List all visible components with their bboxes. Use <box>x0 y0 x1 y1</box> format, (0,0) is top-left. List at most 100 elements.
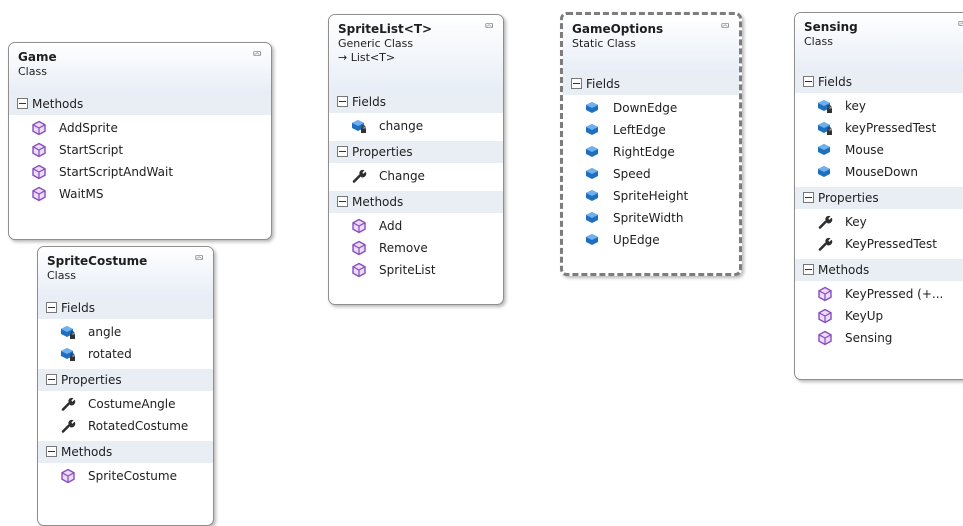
collapse-toggle-icon[interactable] <box>803 264 814 275</box>
member-item[interactable]: SpriteWidth <box>563 207 739 229</box>
private-field-icon <box>61 326 75 339</box>
member-item[interactable]: Sensing <box>795 327 963 349</box>
member-item[interactable]: RightEdge <box>563 141 739 163</box>
section-methods-header[interactable]: Methods <box>329 191 503 213</box>
method-icon <box>818 330 832 346</box>
class-header: Game Class ⮹ <box>9 43 271 93</box>
member-name: SpriteList <box>379 263 436 277</box>
member-item[interactable]: StartScriptAndWait <box>9 161 271 183</box>
field-icon <box>586 102 598 113</box>
member-item[interactable]: rotated <box>38 343 213 365</box>
member-item[interactable]: UpEdge <box>563 229 739 251</box>
section-methods-header[interactable]: Methods <box>795 259 963 281</box>
member-name: Sensing <box>845 331 893 345</box>
section-properties-body: CostumeAngle RotatedCostume <box>38 391 213 441</box>
section-label: Fields <box>586 77 620 91</box>
member-item[interactable]: SpriteList <box>329 259 503 281</box>
member-item[interactable]: Remove <box>329 237 503 259</box>
class-box-gameoptions[interactable]: GameOptions Static Class ⮹ Fields DownEd… <box>560 12 742 276</box>
member-item[interactable]: key <box>795 95 963 117</box>
member-item[interactable]: KeyUp <box>795 305 963 327</box>
collapse-toggle-icon[interactable] <box>337 196 348 207</box>
method-icon <box>32 186 46 202</box>
property-wrench-icon <box>61 419 76 433</box>
collapse-toggle-icon[interactable] <box>337 146 348 157</box>
collapse-chevron-icon[interactable]: ⮹ <box>484 20 494 32</box>
field-icon <box>818 144 830 155</box>
section-methods-body: SpriteCostume <box>38 463 213 491</box>
member-name: SpriteCostume <box>88 469 177 483</box>
member-name: RightEdge <box>613 145 675 159</box>
property-wrench-icon <box>818 237 833 251</box>
collapse-toggle-icon[interactable] <box>17 98 28 109</box>
member-name: Key <box>845 215 867 229</box>
member-item[interactable]: MouseDown <box>795 161 963 183</box>
member-item[interactable]: AddSprite <box>9 117 271 139</box>
private-field-icon <box>352 120 366 133</box>
class-kind: Class <box>804 35 833 48</box>
section-fields-header[interactable]: Fields <box>563 73 739 95</box>
member-item[interactable]: angle <box>38 321 213 343</box>
collapse-toggle-icon[interactable] <box>46 374 57 385</box>
member-name: CostumeAngle <box>88 397 176 411</box>
field-icon <box>586 234 598 245</box>
class-kind: Static Class <box>572 37 636 50</box>
member-item[interactable]: LeftEdge <box>563 119 739 141</box>
section-methods-header[interactable]: Methods <box>38 441 213 463</box>
class-box-sensing[interactable]: Sensing Class ⮹ Fields key keyPressedTes… <box>794 12 963 380</box>
member-item[interactable]: Change <box>329 165 503 187</box>
member-name: Remove <box>379 241 428 255</box>
section-properties-header[interactable]: Properties <box>38 369 213 391</box>
section-properties-header[interactable]: Properties <box>329 141 503 163</box>
base-class-link[interactable]: → List<T> <box>338 51 495 65</box>
member-item[interactable]: keyPressedTest <box>795 117 963 139</box>
member-name: Add <box>379 219 403 233</box>
member-item[interactable]: KeyPressedTest <box>795 233 963 255</box>
private-field-icon <box>61 348 75 361</box>
section-properties-header[interactable]: Properties <box>795 187 963 209</box>
member-name: WaitMS <box>59 187 104 201</box>
class-kind: Class <box>18 65 47 78</box>
collapse-toggle-icon[interactable] <box>571 78 582 89</box>
section-label: Methods <box>818 263 870 277</box>
member-item[interactable]: StartScript <box>9 139 271 161</box>
member-item[interactable]: WaitMS <box>9 183 271 205</box>
section-fields-header[interactable]: Fields <box>38 297 213 319</box>
collapse-toggle-icon[interactable] <box>46 302 57 313</box>
collapse-toggle-icon[interactable] <box>46 446 57 457</box>
member-name: UpEdge <box>613 233 660 247</box>
section-methods-header[interactable]: Methods <box>9 93 271 115</box>
collapse-toggle-icon[interactable] <box>803 76 814 87</box>
member-name: Change <box>379 169 425 183</box>
class-box-spritecostume[interactable]: SpriteCostume Class ⮹ Fields angle rotat… <box>37 246 214 526</box>
collapse-toggle-icon[interactable] <box>803 192 814 203</box>
section-methods-body: KeyPressed (+... KeyUp Sensing <box>795 281 963 353</box>
member-item[interactable]: Add <box>329 215 503 237</box>
member-name: SpriteHeight <box>613 189 689 203</box>
member-item[interactable]: DownEdge <box>563 97 739 119</box>
section-fields-header[interactable]: Fields <box>795 71 963 93</box>
collapse-chevron-icon[interactable]: ⮹ <box>252 48 262 60</box>
class-box-spritelist[interactable]: SpriteList<T> Generic Class → List<T> ⮹ … <box>328 14 504 305</box>
collapse-chevron-icon[interactable]: ⮹ <box>957 18 963 30</box>
member-item[interactable]: SpriteHeight <box>563 185 739 207</box>
member-name: keyPressedTest <box>845 121 937 135</box>
method-icon <box>818 286 832 302</box>
method-icon <box>352 240 366 256</box>
section-fields-header[interactable]: Fields <box>329 91 503 113</box>
field-icon <box>818 166 830 177</box>
member-item[interactable]: Speed <box>563 163 739 185</box>
member-name: KeyUp <box>845 309 884 323</box>
class-box-game[interactable]: Game Class ⮹ Methods AddSprite StartScri… <box>8 42 272 240</box>
member-item[interactable]: KeyPressed (+... <box>795 283 963 305</box>
member-item[interactable]: RotatedCostume <box>38 415 213 437</box>
member-item[interactable]: change <box>329 115 503 137</box>
field-icon <box>586 168 598 179</box>
collapse-chevron-icon[interactable]: ⮹ <box>194 252 204 264</box>
member-item[interactable]: Key <box>795 211 963 233</box>
collapse-toggle-icon[interactable] <box>337 96 348 107</box>
member-item[interactable]: CostumeAngle <box>38 393 213 415</box>
member-item[interactable]: Mouse <box>795 139 963 161</box>
collapse-chevron-icon[interactable]: ⮹ <box>720 20 730 32</box>
member-item[interactable]: SpriteCostume <box>38 465 213 487</box>
